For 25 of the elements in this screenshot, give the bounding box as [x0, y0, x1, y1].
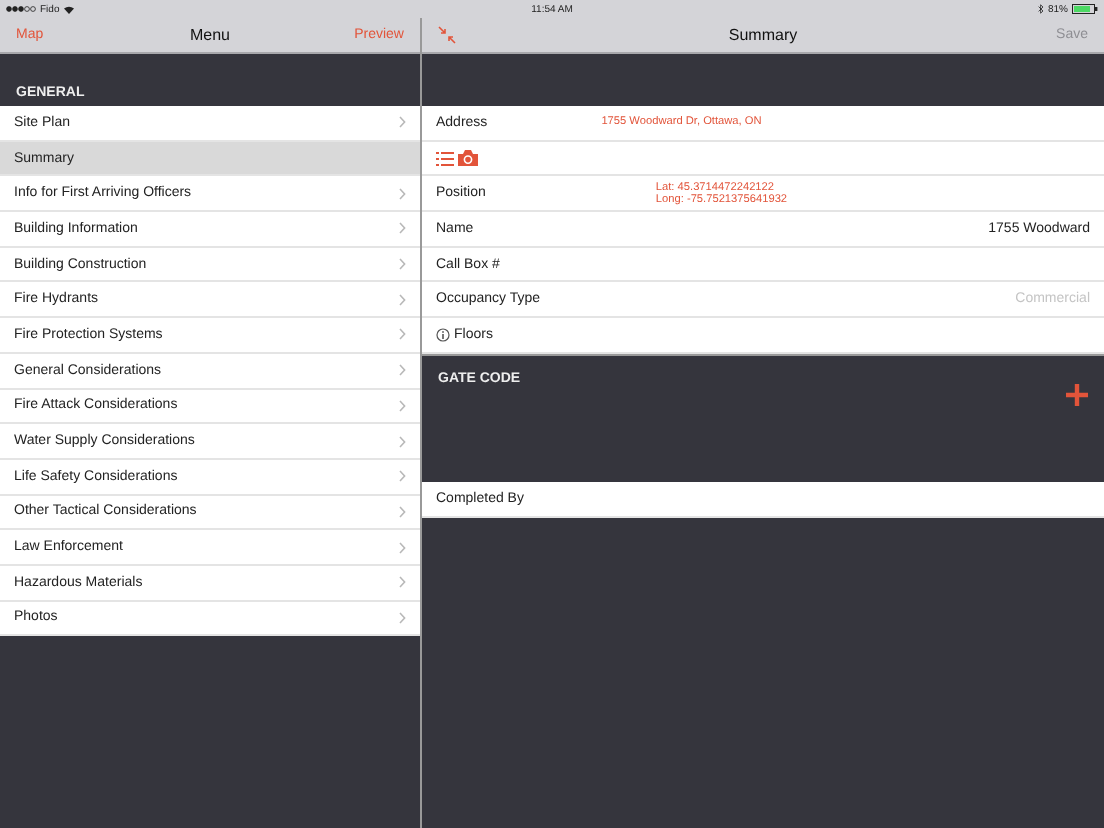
chevron-icon: [398, 470, 406, 483]
chevron-icon: [398, 364, 406, 377]
chevron-icon: [398, 116, 406, 129]
chevron-icon: [398, 505, 406, 518]
camera-icon[interactable]: [458, 150, 478, 167]
chevron-icon: [398, 222, 406, 235]
chevron-icon: [398, 435, 406, 448]
collapse-icon[interactable]: [438, 26, 456, 44]
chevron-icon: [398, 399, 406, 412]
chevron-icon: [398, 328, 406, 341]
battery-icon: [1072, 4, 1099, 14]
wifi-icon: [63, 5, 74, 13]
chevron-icon: [398, 187, 406, 200]
nav-title: Menu: [189, 26, 230, 44]
info-icon[interactable]: [436, 327, 450, 342]
add-icon[interactable]: [1066, 383, 1088, 406]
nav-title: Summary: [728, 26, 798, 44]
bluetooth-icon: [1038, 4, 1044, 14]
chevron-icon: [398, 258, 406, 271]
chevron-icon: [398, 541, 406, 554]
chevron-icon: [398, 611, 406, 624]
chevron-icon: [398, 576, 406, 589]
chevron-icon: [398, 293, 406, 306]
list-icon[interactable]: [436, 151, 454, 166]
signal-icon: [6, 6, 36, 12]
